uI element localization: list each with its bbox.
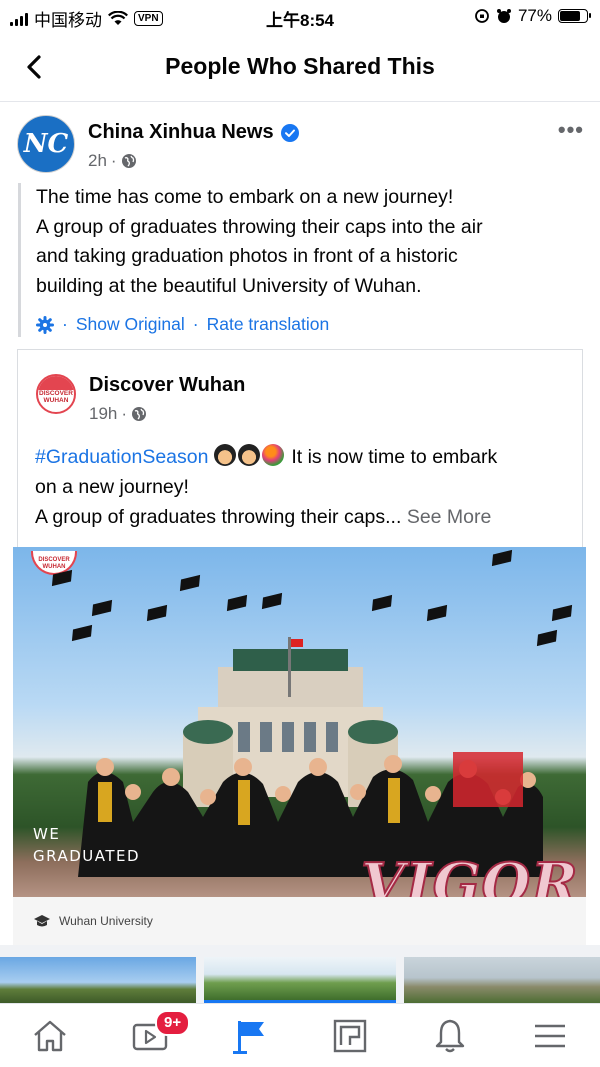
separator-dot: ·	[62, 314, 68, 335]
post-photo[interactable]: DISCOVER WUHAN WE GRADUATED VIGOR	[13, 547, 586, 897]
alarm-icon	[496, 9, 511, 23]
author-avatar[interactable]: NC	[17, 115, 75, 173]
shared-line-1-text: It is now time to embark	[291, 446, 498, 468]
photo-thumbnail-strip	[0, 945, 600, 1003]
meta-dot: ·	[121, 404, 128, 423]
menu-tab[interactable]	[530, 1016, 570, 1056]
gear-icon[interactable]	[36, 316, 54, 334]
thrown-cap	[371, 594, 393, 612]
home-tab[interactable]	[30, 1016, 70, 1056]
bouquet-emoji-icon	[261, 444, 284, 466]
rate-translation-link[interactable]: Rate translation	[207, 310, 330, 340]
post-line: The time has come to embark on a new jou…	[36, 186, 454, 208]
thrown-cap	[71, 624, 93, 642]
thrown-cap	[179, 574, 201, 592]
shared-post-time[interactable]: 19h	[89, 404, 117, 424]
graduate-woman-emoji-icon	[213, 444, 236, 466]
avatar-band	[38, 376, 74, 391]
marketplace-tab[interactable]	[330, 1016, 370, 1056]
see-more-link[interactable]: See More	[407, 506, 492, 528]
bell-icon	[435, 1019, 465, 1053]
post-line: and taking graduation photos in front of…	[36, 245, 458, 267]
post-meta: 2h ·	[88, 151, 137, 171]
globe-icon	[132, 407, 147, 421]
avatar-logo-text: DISCOVER WUHAN	[39, 390, 73, 404]
home-icon	[34, 1020, 66, 1052]
shared-author-avatar[interactable]: DISCOVER WUHAN	[36, 374, 76, 414]
pages-tab[interactable]	[230, 1016, 270, 1056]
marketplace-icon	[333, 1019, 367, 1053]
photo-thumbnail[interactable]	[404, 957, 600, 1003]
notifications-tab[interactable]	[430, 1016, 470, 1056]
thrown-cap	[536, 629, 558, 647]
status-right: 77%	[474, 6, 591, 26]
shared-line-3-text: A group of graduates throwing their caps…	[35, 506, 402, 528]
thrown-cap	[491, 549, 513, 567]
photo-caption-text: Wuhan University	[59, 914, 153, 928]
shared-line-2: on a new journey!	[35, 476, 189, 498]
shared-line-1: #GraduationSeason It is now time to emba…	[35, 442, 580, 472]
shared-post-text: #GraduationSeason It is now time to emba…	[35, 442, 580, 532]
globe-icon	[121, 154, 136, 168]
orientation-lock-icon	[475, 9, 489, 23]
shared-line-3: A group of graduates throwing their caps…	[35, 502, 580, 532]
photo-overlay-text: WE GRADUATED	[33, 823, 140, 867]
graduation-cap-icon	[34, 915, 50, 927]
avatar-initials: NC	[23, 129, 69, 159]
thrown-cap	[426, 604, 448, 622]
verified-badge-icon	[280, 123, 299, 142]
thrown-cap	[551, 604, 573, 622]
photo-caption-strip: Wuhan University	[13, 897, 586, 945]
post-line: building at the beautiful University of …	[36, 274, 422, 297]
bottom-tab-bar: 9+	[0, 1003, 600, 1067]
thrown-cap	[261, 592, 283, 610]
thrown-cap	[226, 594, 248, 612]
menu-icon	[535, 1024, 565, 1048]
thrown-cap	[91, 599, 113, 617]
meta-dot: ·	[110, 151, 117, 170]
flag-icon	[233, 1021, 264, 1054]
page-title: People Who Shared This	[165, 53, 435, 79]
hashtag-link[interactable]: #GraduationSeason	[35, 446, 208, 468]
back-arrow-icon[interactable]	[20, 52, 50, 82]
overlay-line-graduated: GRADUATED	[33, 847, 141, 865]
battery-percent: 77%	[517, 6, 552, 25]
status-bar: 中国移动 VPN 上午8:54 77%	[0, 0, 600, 32]
author-name[interactable]: China Xinhua News	[88, 121, 299, 144]
thrown-cap	[146, 604, 168, 622]
post-text: The time has come to embark on a new jou…	[18, 183, 578, 337]
vigor-overlay-text: VIGOR	[360, 850, 579, 897]
photo-thumbnail[interactable]	[0, 957, 196, 1003]
separator-dot: ·	[192, 314, 199, 335]
post-line: A group of graduates throwing their caps…	[36, 215, 483, 238]
graduate-man-emoji-icon	[237, 444, 260, 466]
battery-icon	[558, 9, 591, 23]
show-original-link[interactable]: Show Original	[76, 310, 185, 340]
shared-post-meta: 19h ·	[89, 404, 147, 424]
post-time[interactable]: 2h	[88, 151, 107, 171]
more-options-icon[interactable]: •••	[558, 117, 584, 143]
translation-row: · Show Original · Rate translation	[36, 313, 578, 337]
nav-header: People Who Shared This	[0, 32, 600, 102]
shared-post-card[interactable]: DISCOVER WUHAN Discover Wuhan 19h · #Gra…	[17, 349, 583, 547]
author-name-label: China Xinhua News	[88, 121, 274, 143]
photo-thumbnail[interactable]	[204, 957, 396, 1003]
shared-author-name[interactable]: Discover Wuhan	[89, 374, 245, 397]
overlay-line-we: WE	[33, 825, 61, 843]
notification-count-badge: 9+	[155, 1010, 191, 1036]
